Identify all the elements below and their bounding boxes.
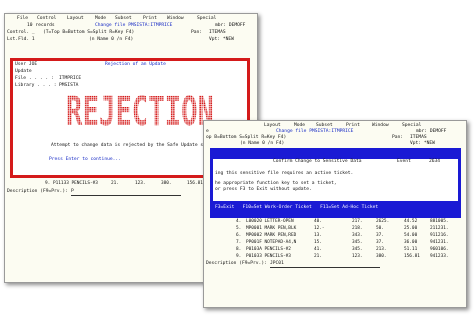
description-label: Description (F9=Prv.): (7, 189, 68, 194)
viewpoint-label: Vpt: *NEW (209, 37, 234, 42)
row-col4: 156.81 (404, 254, 420, 259)
file-label: File . . . . : (15, 76, 54, 81)
control-field[interactable]: Control. _ (7, 30, 35, 36)
row-col5: 211231. (430, 226, 449, 231)
confirm-line-1: ing this sensitive file requires an acti… (215, 171, 354, 176)
row-col2: 217. (352, 219, 363, 224)
row-col1: 15. (314, 240, 322, 245)
row-col5: 911216. (430, 233, 449, 238)
row-col4: 156.81 (187, 181, 203, 186)
pan-value: ITEMAS (209, 30, 226, 35)
row-num: 6. (236, 233, 242, 238)
library-label: Library . . . : (15, 83, 57, 88)
menu-file[interactable]: File (17, 16, 28, 22)
row-col3: 37. (376, 233, 384, 238)
confirm-dialog-top-bar (213, 151, 458, 159)
name-hint: (n Name 0 /n F4) (240, 141, 285, 146)
event-value: 2634 (429, 159, 441, 164)
row-num: 5. (236, 226, 242, 231)
row-col1: 21. (314, 254, 322, 259)
change-file-label: Change file PMSISTA:ITMPRICE (276, 129, 354, 134)
row-item: P01033 PENCILS-#3 (246, 254, 291, 259)
description-input[interactable]: JPC01 (270, 261, 380, 268)
row-col1: 21. (111, 181, 119, 186)
row-num: 9. (45, 181, 51, 186)
viewpoint-label: Vpt: *NEW (410, 141, 435, 146)
row-item: PP001F NOTEPAD-A4,N (246, 240, 297, 245)
menu-window[interactable]: Window (167, 16, 184, 22)
pan-label: Pan: (392, 135, 404, 140)
row-col4: 51.11 (404, 247, 418, 252)
row-col3: 380. (161, 181, 172, 186)
confirm-dialog: Confirm Change to Sensitive Data Event 2… (210, 148, 461, 218)
row-item[interactable]: P11133 PENCILS-#3 (53, 181, 98, 187)
rejection-message: Attempt to change data is rejected by th… (51, 143, 220, 148)
row-col3: 213. (376, 247, 387, 252)
row-item: MP0001 MARK PEN,BLK (246, 226, 297, 231)
rejection-banner-text: REJECTION (66, 89, 214, 131)
row-col1: 41. (314, 247, 322, 252)
row-num: 4. (236, 219, 242, 224)
row-item: L00020 LETTER-OPEN (246, 219, 294, 224)
rejection-banner: REJECTION (66, 89, 214, 131)
row-col4: 54.00 (404, 233, 418, 238)
control-help: (T=Top B=Bottom S=Split R=Key F4) (43, 30, 135, 35)
change-file-label: Change file PMSISTA:ITMPRICE (95, 23, 173, 28)
row-col1: 40. (314, 219, 322, 224)
menu-control[interactable]: Control (37, 16, 56, 22)
row-col3: 50. (376, 226, 384, 231)
row-col3: 2625. (376, 219, 390, 224)
row-col4: 36.00 (404, 240, 418, 245)
row-num: 9. (236, 254, 242, 259)
event-label: Event (397, 159, 411, 164)
row-num: 7. (236, 240, 242, 245)
confirm-line-3: or press F3 to Exit without update. (215, 187, 312, 192)
function-keys[interactable]: F3=Exit F10=Set Work-Order Ticket F11=Se… (215, 205, 378, 211)
menu-mode[interactable]: Mode (95, 16, 106, 22)
press-enter-prompt: Press Enter to continue... (49, 157, 121, 162)
user-label: User JOE (15, 62, 38, 67)
name-hint: (n Name 0 /n F4) (89, 37, 134, 42)
row-num: 8. (236, 247, 242, 252)
row-col5: 960106. (430, 247, 449, 252)
row-col2: 123. (352, 254, 363, 259)
menu-print[interactable]: Print (143, 16, 157, 22)
description-label: Description (F9=Prv.): (206, 261, 267, 266)
row-col1: 12.- (314, 226, 325, 231)
row-col4: 25.00 (404, 226, 418, 231)
row-col5: 941231. (430, 240, 449, 245)
row-item: MP0002 MARK PEN,RED (246, 233, 297, 238)
menu-layout[interactable]: Layout (67, 16, 84, 22)
menu-special[interactable]: Special (197, 16, 216, 22)
menu-window[interactable]: Window (372, 123, 389, 129)
member-label: mbr: DEMOFF (215, 23, 246, 28)
row-col2: 343. (352, 233, 363, 238)
rejection-title: Rejection of an Update (105, 62, 166, 67)
row-col3: 380. (376, 254, 387, 259)
function-key-bar: F3=Exit F10=Set Work-Order Ticket F11=Se… (213, 201, 458, 215)
row-col5: 881005. (430, 219, 449, 224)
row-col2: 218. (352, 226, 363, 231)
confirm-title: Confirm Change to Sensitive Data (273, 159, 362, 164)
file-value: ITMPRICE (59, 76, 82, 81)
description-input[interactable]: P (71, 189, 181, 196)
confirm-window: Layout Mode Subset Print Window Special … (203, 120, 467, 308)
row-col2: 345. (352, 247, 363, 252)
row-col1: 13. (314, 233, 322, 238)
record-count: 10 records (27, 23, 55, 28)
row-col3: 37. (376, 240, 384, 245)
row-col4: 44.52 (404, 219, 418, 224)
row-col2: 345. (352, 240, 363, 245)
menu-subset[interactable]: Subset (115, 16, 132, 22)
list-field[interactable]: Lst.Fld. 1 (7, 37, 35, 43)
row-col5: 941233. (430, 254, 449, 259)
pan-label: Pan: (191, 30, 203, 35)
row-col2: 123. (135, 181, 146, 186)
row-item: P0103A PENCILS-#2 (246, 247, 291, 252)
update-label: Update (15, 69, 32, 74)
